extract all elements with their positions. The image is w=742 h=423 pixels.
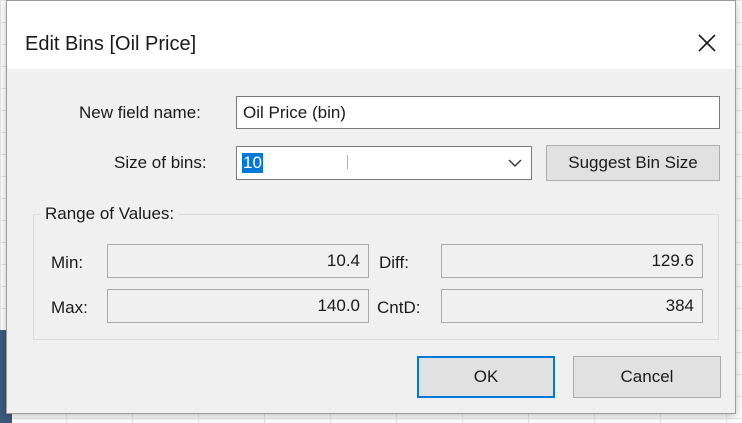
min-value-field: 10.4 <box>107 244 369 278</box>
size-of-bins-combobox[interactable]: 10 <box>236 146 532 180</box>
range-of-values-title: Range of Values: <box>41 204 179 224</box>
ok-button[interactable]: OK <box>417 356 555 398</box>
chevron-down-icon[interactable] <box>507 156 523 170</box>
size-of-bins-value: 10 <box>242 153 263 173</box>
cntd-label: CntD: <box>377 298 421 317</box>
suggest-bin-size-button[interactable]: Suggest Bin Size <box>546 145 720 181</box>
dialog-titlebar: Edit Bins [Oil Price] <box>7 1 735 69</box>
cntd-value-field: 384 <box>441 289 703 323</box>
min-label: Min: <box>51 253 84 272</box>
max-value-field: 140.0 <box>107 289 369 323</box>
new-field-name-input[interactable]: Oil Price (bin) <box>236 96 720 129</box>
close-button[interactable] <box>693 29 721 57</box>
text-cursor <box>347 155 348 169</box>
size-of-bins-label: Size of bins: <box>114 153 207 172</box>
close-icon <box>698 34 716 52</box>
dialog-title: Edit Bins [Oil Price] <box>25 33 197 55</box>
new-field-name-label: New field name: <box>79 103 201 122</box>
cancel-button[interactable]: Cancel <box>573 356 721 398</box>
diff-value-field: 129.6 <box>441 244 703 278</box>
edit-bins-dialog: Edit Bins [Oil Price] New field name: Oi… <box>6 0 736 414</box>
diff-label: Diff: <box>379 253 409 272</box>
max-label: Max: <box>51 298 88 317</box>
